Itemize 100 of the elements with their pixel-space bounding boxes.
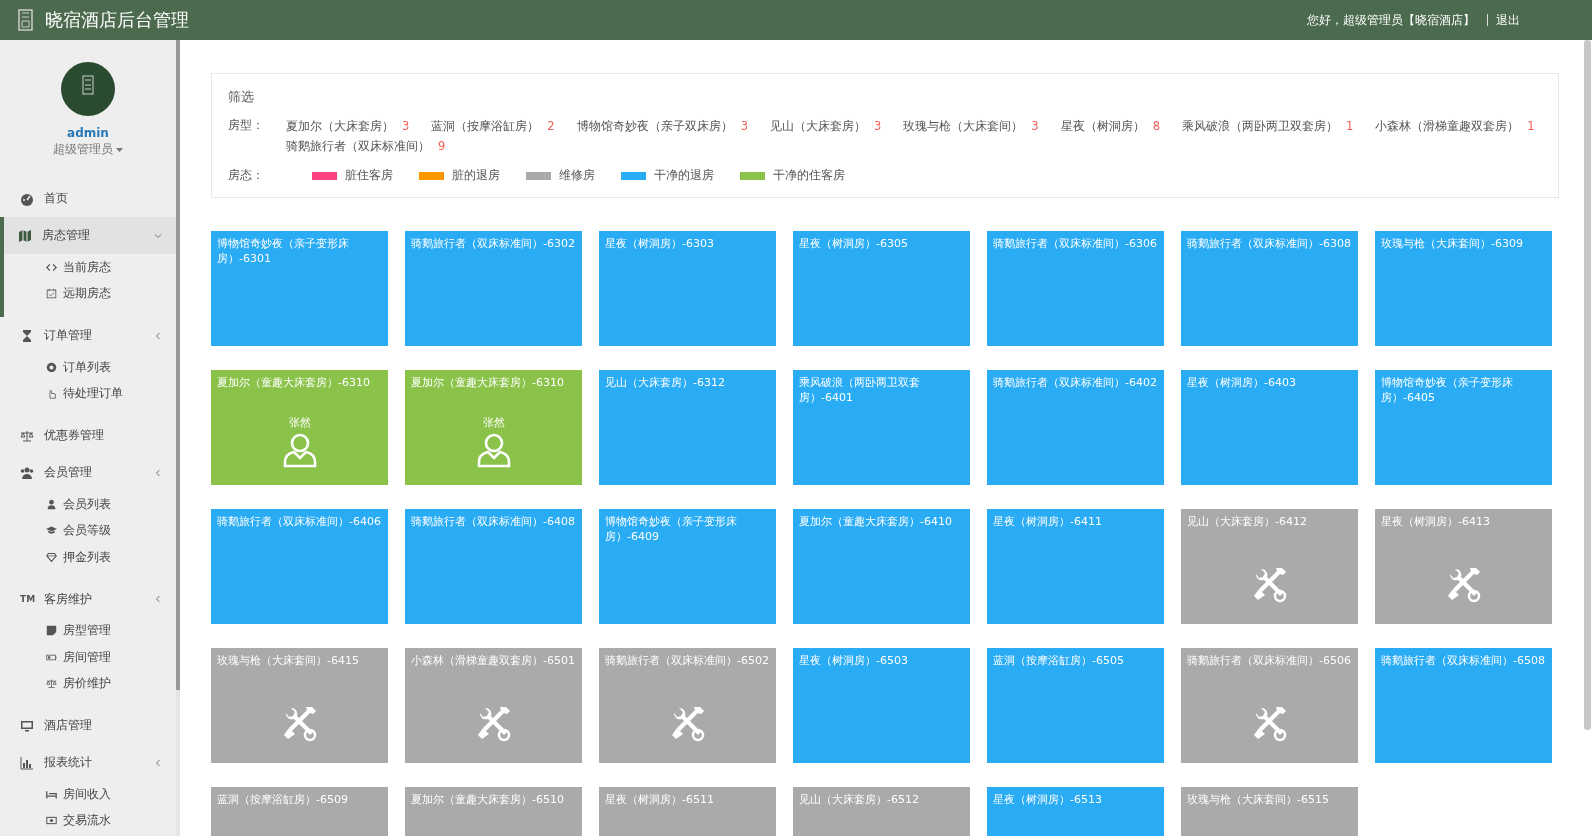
room-tile[interactable]: 骑鹅旅行者（双床标准间）-6406	[211, 509, 388, 624]
room-tile[interactable]: 玫瑰与枪（大床套间）-6515	[1181, 787, 1358, 836]
person-icon	[282, 431, 317, 468]
status-label: 干净的住客房	[773, 168, 845, 183]
room-tile[interactable]: 星夜（树洞房）-6503	[793, 648, 970, 763]
menu-item[interactable]: 订单管理	[4, 317, 176, 354]
avatar	[61, 62, 115, 116]
caret-icon	[116, 147, 123, 152]
room-tile[interactable]: 博物馆奇妙夜（亲子变形床房）-6405	[1375, 370, 1552, 485]
room-tile[interactable]: 星夜（树洞房）-6403	[1181, 370, 1358, 485]
submenu-item[interactable]: 待处理订单	[46, 380, 176, 407]
room-tile[interactable]: 见山（大床套房）-6512	[793, 787, 970, 836]
code-icon	[46, 261, 57, 273]
submenu-item[interactable]: 房价维护	[46, 670, 176, 697]
room-tile[interactable]: 见山（大床套房）-6312	[599, 370, 776, 485]
status-label: 维修房	[559, 168, 595, 183]
trademark-icon: TM	[20, 594, 34, 604]
monitor-icon	[20, 718, 34, 733]
user-icon	[46, 498, 57, 510]
room-tile[interactable]: 骑鹅旅行者（双床标准间）-6508	[1375, 648, 1552, 763]
filter-title: 筛选	[228, 88, 255, 106]
room-tile[interactable]: 骑鹅旅行者（双床标准间）-6502	[599, 648, 776, 763]
menu-item[interactable]: 酒店管理	[4, 707, 176, 744]
room-type-filter[interactable]: 夏加尔（大床套房） 3	[286, 118, 410, 134]
status-label: 干净的退房	[654, 168, 714, 183]
hand-icon	[46, 388, 57, 400]
room-type-filter[interactable]: 小森林（滑梯童趣双套房） 1	[1375, 118, 1535, 134]
room-tile[interactable]: 骑鹅旅行者（双床标准间）-6308	[1181, 231, 1358, 346]
submenu-item[interactable]: 会员列表	[46, 491, 176, 518]
submenu-item[interactable]: 房型管理	[46, 617, 176, 644]
room-type-filter[interactable]: 玫瑰与枪（大床套间） 3	[903, 118, 1039, 134]
room-type-filter[interactable]: 乘风破浪（两卧两卫双套房） 1	[1181, 118, 1354, 134]
room-tile[interactable]: 骑鹅旅行者（双床标准间）-6506	[1181, 648, 1358, 763]
room-tile[interactable]: 蓝洞（按摩浴缸房）-6509	[211, 787, 388, 836]
room-tile[interactable]: 星夜（树洞房）-6305	[793, 231, 970, 346]
bed-icon	[46, 788, 57, 800]
room-tile[interactable]: 骑鹅旅行者（双床标准间）-6306	[987, 231, 1164, 346]
menu-item[interactable]: TM 客房维护	[4, 580, 176, 618]
app-title: 晓宿酒店后台管理	[45, 8, 189, 32]
hourglass-icon	[20, 328, 34, 343]
room-tile[interactable]: 玫瑰与枪（大床套间）-6415	[211, 648, 388, 763]
bar-chart-icon	[20, 755, 34, 770]
room-tile[interactable]: 星夜（树洞房）-6513	[987, 787, 1164, 836]
map-icon	[18, 228, 32, 243]
room-tile[interactable]: 星夜（树洞房）-6411	[987, 509, 1164, 624]
submenu-item[interactable]: 交易流水	[46, 807, 176, 834]
submenu-item[interactable]: 房间收入	[46, 781, 176, 808]
room-tile[interactable]: 见山（大床套房）-6412	[1181, 509, 1358, 624]
gauge-icon	[20, 191, 34, 206]
menu-item[interactable]: 会员管理	[4, 454, 176, 491]
room-tile[interactable]: 骑鹅旅行者（双床标准间）-6302	[405, 231, 582, 346]
room-tile[interactable]: 夏加尔（童趣大床套房）-6410	[793, 509, 970, 624]
users-icon	[20, 465, 34, 480]
note-icon	[46, 625, 57, 637]
greeting-text: 您好，超级管理员【晓宿酒店】	[1307, 11, 1475, 29]
room-tile[interactable]: 星夜（树洞房）-6303	[599, 231, 776, 346]
balance-icon	[20, 428, 34, 443]
room-type-filter[interactable]: 蓝洞（按摩浴缸房） 2	[431, 118, 555, 134]
balance-icon	[46, 678, 57, 690]
room-tile[interactable]: 蓝洞（按摩浴缸房）-6505	[987, 648, 1164, 763]
logo-icon	[18, 9, 33, 31]
role-dropdown[interactable]: 超级管理员	[53, 141, 123, 158]
logout-link[interactable]: 退出	[1496, 11, 1520, 29]
room-type-filter[interactable]: 星夜（树洞房） 8	[1060, 118, 1160, 134]
submenu-item[interactable]: 房间管理	[46, 644, 176, 671]
status-label: 脏住客房	[345, 168, 393, 183]
circle-icon	[46, 361, 57, 373]
submenu-item[interactable]: 当前房态	[46, 254, 176, 281]
room-type-filter[interactable]: 见山（大床套房） 3	[770, 118, 882, 134]
room-tile[interactable]: 夏加尔（童趣大床套房）-6510	[405, 787, 582, 836]
submenu-item[interactable]: 会员等级	[46, 517, 176, 544]
submenu-item[interactable]: 订单列表	[46, 354, 176, 381]
room-tile[interactable]: 骑鹅旅行者（双床标准间）-6408	[405, 509, 582, 624]
menu-item[interactable]: 优惠券管理	[4, 417, 176, 454]
submenu-item[interactable]: 远期房态	[46, 280, 176, 307]
room-tile[interactable]: 星夜（树洞房）-6413	[1375, 509, 1552, 624]
guest-name: 张然	[482, 414, 505, 430]
room-tile[interactable]: 夏加尔（童趣大床套房）-6310 张然	[405, 370, 582, 485]
room-tile[interactable]: 小森林（滑梯童趣双套房）-6501	[405, 648, 582, 763]
room-tile[interactable]: 博物馆奇妙夜（亲子变形床房）-6409	[599, 509, 776, 624]
room-tile[interactable]: 夏加尔（童趣大床套房）-6310 张然	[211, 370, 388, 485]
room-type-label: 房型：	[228, 118, 265, 134]
room-tile[interactable]: 星夜（树洞房）-6511	[599, 787, 776, 836]
menu-item[interactable]: 首页	[4, 180, 176, 217]
room-tile[interactable]: 博物馆奇妙夜（亲子变形床房）-6301	[211, 231, 388, 346]
room-tile[interactable]: 乘风破浪（两卧两卫双套房）-6401	[793, 370, 970, 485]
menu-item[interactable]: 报表统计	[4, 744, 176, 781]
status-label: 脏的退房	[452, 168, 500, 183]
banknote-icon	[46, 815, 57, 827]
battery-icon	[46, 651, 57, 663]
room-type-filter[interactable]: 骑鹅旅行者（双床标准间） 9	[286, 138, 446, 154]
menu-item[interactable]: 房态管理	[4, 217, 176, 254]
scrollbar[interactable]	[176, 40, 180, 836]
room-tile[interactable]: 骑鹅旅行者（双床标准间）-6402	[987, 370, 1164, 485]
room-tile[interactable]: 玫瑰与枪（大床套间）-6309	[1375, 231, 1552, 346]
guest-name: 张然	[288, 414, 311, 430]
room-type-filter[interactable]: 博物馆奇妙夜（亲子双床房） 3	[576, 118, 748, 134]
graduation-cap-icon	[46, 525, 57, 537]
user-name: admin	[67, 126, 109, 140]
submenu-item[interactable]: 押金列表	[46, 544, 176, 571]
